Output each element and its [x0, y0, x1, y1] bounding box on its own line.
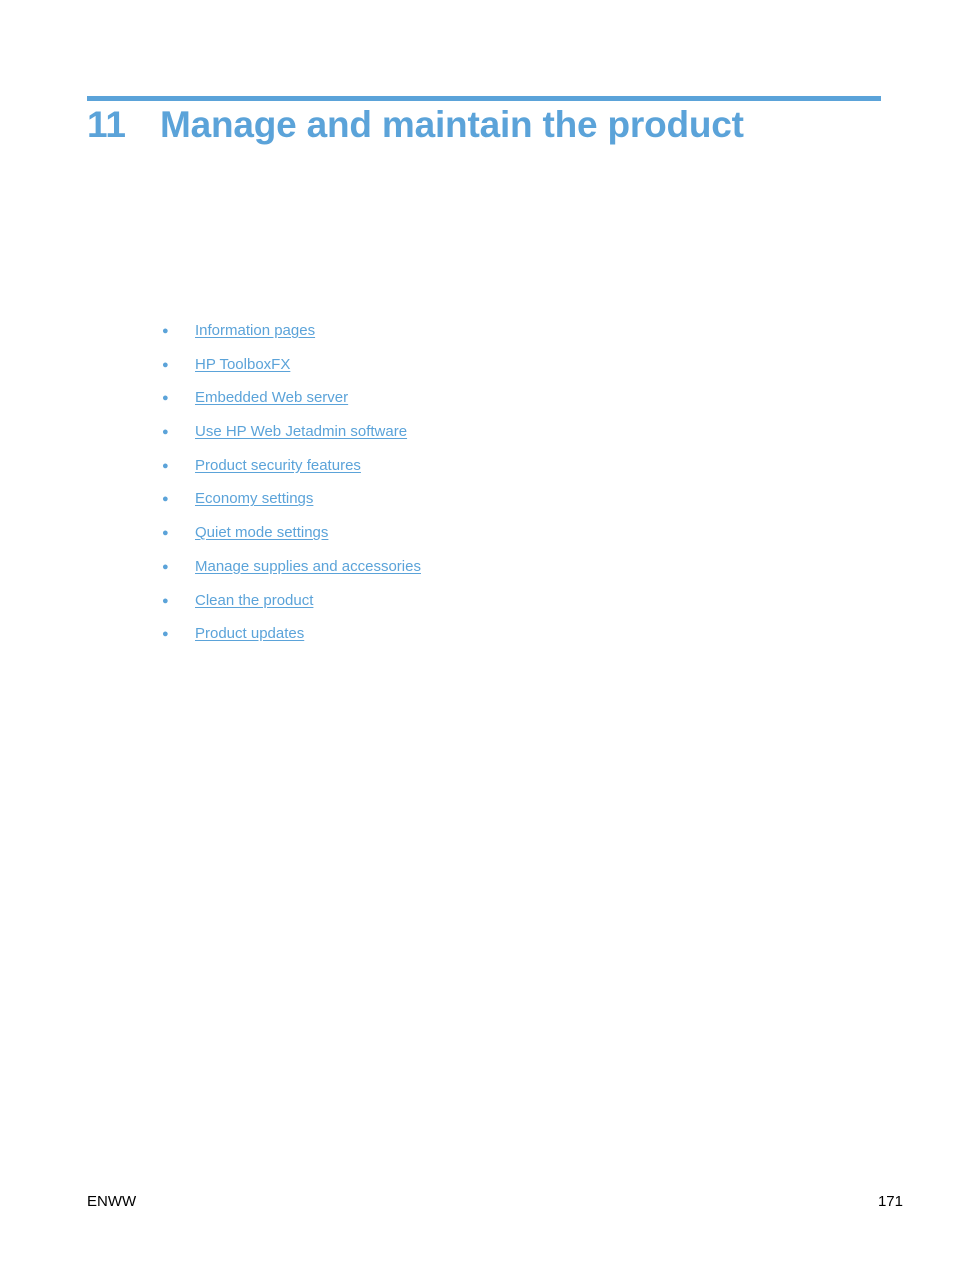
- bullet-icon: ●: [162, 392, 169, 405]
- toc-link-quiet-mode-settings[interactable]: Quiet mode settings: [195, 522, 328, 544]
- footer-locale-label: ENWW: [87, 1193, 137, 1210]
- chapter-title: 11 Manage and maintain the product: [87, 103, 744, 147]
- toc-link-manage-supplies[interactable]: Manage supplies and accessories: [195, 556, 421, 578]
- toc-item: ● Use HP Web Jetadmin software: [160, 421, 421, 455]
- chapter-toc-list: ● Information pages ● HP ToolboxFX ● Emb…: [160, 320, 421, 657]
- toc-link-web-jetadmin[interactable]: Use HP Web Jetadmin software: [195, 421, 407, 443]
- bullet-icon: ●: [162, 358, 169, 371]
- bullet-icon: ●: [162, 628, 169, 641]
- toc-link-economy-settings[interactable]: Economy settings: [195, 488, 313, 510]
- toc-item: ● Quiet mode settings: [160, 522, 421, 556]
- chapter-number: 11: [87, 104, 126, 145]
- toc-item: ● Information pages: [160, 320, 421, 354]
- toc-item: ● Embedded Web server: [160, 387, 421, 421]
- toc-item: ● Product security features: [160, 455, 421, 489]
- toc-link-product-updates[interactable]: Product updates: [195, 623, 304, 645]
- bullet-icon: ●: [162, 426, 169, 439]
- toc-item: ● Product updates: [160, 623, 421, 657]
- bullet-icon: ●: [162, 560, 169, 573]
- toc-link-hp-toolboxfx[interactable]: HP ToolboxFX: [195, 354, 290, 376]
- bullet-icon: ●: [162, 325, 169, 337]
- toc-item: ● Economy settings: [160, 488, 421, 522]
- toc-item: ● Clean the product: [160, 590, 421, 624]
- bullet-icon: ●: [162, 527, 169, 540]
- toc-item: ● Manage supplies and accessories: [160, 556, 421, 590]
- chapter-title-rule: [87, 96, 881, 101]
- bullet-icon: ●: [162, 493, 169, 506]
- toc-link-security-features[interactable]: Product security features: [195, 455, 361, 477]
- bullet-icon: ●: [162, 459, 169, 472]
- toc-link-clean-the-product[interactable]: Clean the product: [195, 590, 313, 612]
- page-number: 171: [877, 1193, 903, 1210]
- toc-link-information-pages[interactable]: Information pages: [195, 320, 315, 342]
- toc-link-embedded-web-server[interactable]: Embedded Web server: [195, 387, 348, 409]
- toc-item: ● HP ToolboxFX: [160, 354, 421, 388]
- bullet-icon: ●: [162, 594, 169, 607]
- chapter-title-text: Manage and maintain the product: [160, 104, 744, 145]
